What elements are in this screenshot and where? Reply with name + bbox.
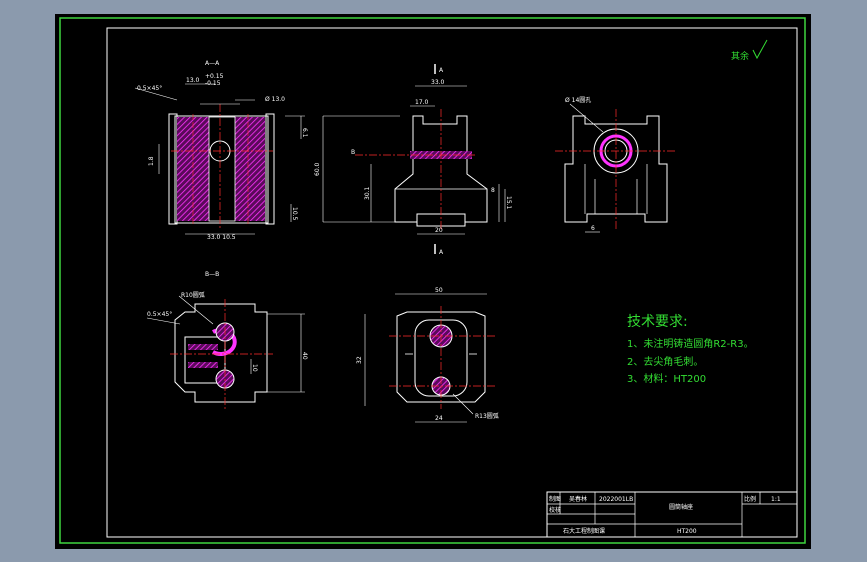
tb-student-id: 2022001LB <box>599 496 633 503</box>
tb-drawn-label: 制图 <box>549 495 561 503</box>
dim-aa-dia: Ø 13.0 <box>265 96 285 103</box>
inner-frame <box>106 27 798 538</box>
roughness-symbol: 其余 <box>731 39 768 62</box>
dim-side-inner: 30.1 <box>364 186 371 200</box>
dim-bot-bottom: 24 <box>435 415 443 422</box>
roughness-note: 其余 <box>731 50 749 62</box>
marker-b-side: B <box>351 149 355 156</box>
front-view: Ø 14圆孔 6 <box>555 96 677 233</box>
bottom-view: 50 32 24 R13圆弧 <box>356 287 499 423</box>
side-view: A A 33.0 17.0 60.0 B 30.1 8 15.1 20 <box>314 64 512 256</box>
dim-bb-height: 40 <box>301 352 308 360</box>
section-aa-view: A—A 0.5×45° 13.0 +0.15 -0.15 Ø 13.0 6.1 … <box>134 60 308 241</box>
notes-item-2: 2、去尖角毛刺。 <box>627 355 703 368</box>
dim-aa-tol-minus: -0.15 <box>205 80 221 87</box>
cad-drawing: A—A 0.5×45° 13.0 +0.15 -0.15 Ø 13.0 6.1 … <box>59 17 806 544</box>
dim-side-mid: 17.0 <box>415 99 429 106</box>
tb-drawn-by: 吴春林 <box>569 495 587 503</box>
dim-front-bottom: 6 <box>591 225 595 232</box>
tb-scale-label: 比例 <box>744 495 756 503</box>
dim-aa-chamfer: 0.5×45° <box>137 85 162 92</box>
outer-frame <box>59 17 806 544</box>
tb-material: HT200 <box>677 528 697 535</box>
tb-school: 石大工程制图课 <box>563 527 605 535</box>
dim-bot-height: 32 <box>356 356 363 364</box>
marker-a-top: A <box>439 67 444 74</box>
tb-scale: 1:1 <box>771 496 781 503</box>
dim-side-height: 60.0 <box>314 162 321 176</box>
dim-aa-bottom-right: 10.5 <box>291 207 298 221</box>
dim-side-bottom: 20 <box>435 227 443 234</box>
dim-bot-r: R13圆弧 <box>475 412 499 420</box>
dim-aa-top: 13.0 <box>186 77 200 84</box>
dim-aa-tol-plus: +0.15 <box>205 73 224 80</box>
dim-aa-left: 1.8 <box>148 156 155 166</box>
dim-aa-bottom: 33.0 10.5 <box>207 234 236 241</box>
section-bb-view: B—B 0.5×45° R10圆弧 40 10 <box>146 271 308 409</box>
technical-notes: 技术要求: 1、未注明铸造圆角R2-R3。 2、去尖角毛刺。 3、材料：HT20… <box>627 314 754 385</box>
dim-side-top: 33.0 <box>431 79 445 86</box>
marker-a-bottom: A <box>439 249 444 256</box>
dim-bot-width: 50 <box>435 287 443 294</box>
dim-side-right: 15.1 <box>505 196 512 210</box>
notes-item-1: 1、未注明铸造圆角R2-R3。 <box>627 337 754 350</box>
title-block: 制图 吴春林 2022001LB 校核 圆筒轴座 比例 1:1 石大工程制图课 … <box>546 491 798 538</box>
section-bb-label: B—B <box>205 271 219 278</box>
dim-bb-small: 10 <box>251 364 258 372</box>
tb-part-name: 圆筒轴座 <box>669 503 693 511</box>
dim-aa-right: 6.1 <box>301 128 308 138</box>
drawing-viewport[interactable]: A—A 0.5×45° 13.0 +0.15 -0.15 Ø 13.0 6.1 … <box>55 14 811 549</box>
dim-front-dia: Ø 14圆孔 <box>565 96 591 104</box>
dim-bb-chamfer: 0.5×45° <box>147 311 172 318</box>
dim-side-b: 8 <box>491 187 495 194</box>
tb-checked-label: 校核 <box>549 506 561 514</box>
section-aa-label: A—A <box>205 60 220 67</box>
notes-title: 技术要求: <box>627 314 688 330</box>
dim-bb-hole: R10圆弧 <box>181 291 205 299</box>
notes-item-3: 3、材料：HT200 <box>627 372 706 385</box>
